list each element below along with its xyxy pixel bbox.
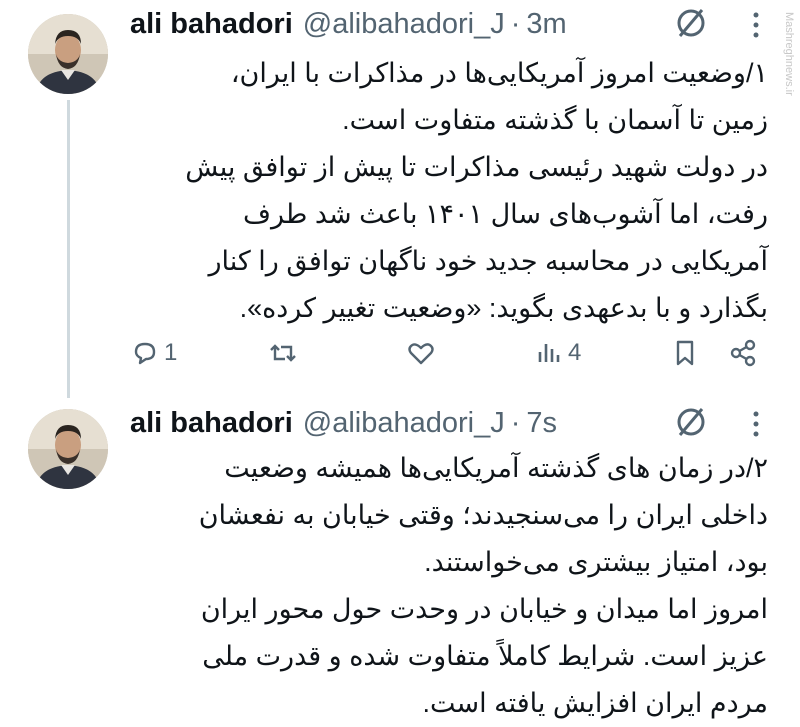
views-button[interactable]: 4 [534, 333, 581, 373]
separator-dot: · [510, 7, 521, 40]
more-vertical-icon[interactable] [752, 407, 760, 441]
tweet-actions: 1 4 [130, 333, 770, 373]
bookmark-icon [676, 340, 694, 366]
reply-count: 1 [164, 339, 178, 366]
separator-dot: · [510, 406, 521, 439]
share-button[interactable] [728, 333, 758, 373]
user-handle[interactable]: @alibahadori_J [303, 407, 505, 440]
like-button[interactable] [406, 333, 436, 373]
avatar[interactable] [28, 14, 108, 94]
bookmark-button[interactable] [670, 333, 700, 373]
tweet-text: ۲/در زمان های گذشته آمریکایی‌ها همیشه وض… [198, 453, 768, 718]
share-icon [730, 339, 756, 367]
tweet-2[interactable]: ali bahadori @alibahadori_J · 7s ۲/در زم… [0, 395, 800, 722]
user-handle[interactable]: @alibahadori_J [303, 8, 505, 41]
tweet-text: ۱/وضعیت امروز آمریکایی‌ها در مذاکرات با … [185, 58, 768, 323]
display-name[interactable]: ali bahadori [130, 407, 293, 440]
views-icon [538, 344, 560, 362]
watermark-logo: Mashreghnews.ir [783, 12, 795, 96]
avatar-image [28, 409, 108, 489]
heart-icon [408, 343, 434, 365]
timestamp[interactable]: 3m [526, 8, 566, 41]
tweet-1[interactable]: ali bahadori @alibahadori_J · 3m ۱/وضعیت… [0, 0, 800, 395]
svg-text:Mashreghnews.ir: Mashreghnews.ir [783, 12, 795, 96]
mute-icon[interactable] [674, 6, 708, 40]
avatar-image [28, 14, 108, 94]
avatar[interactable] [28, 409, 108, 489]
mute-icon[interactable] [674, 405, 708, 439]
timestamp[interactable]: 7s [526, 407, 557, 440]
retweet-button[interactable] [268, 333, 298, 373]
reply-button[interactable]: 1 [130, 333, 177, 373]
display-name[interactable]: ali bahadori [130, 8, 293, 41]
reply-icon [134, 342, 156, 365]
retweet-icon [270, 344, 296, 362]
views-count: 4 [568, 339, 582, 366]
